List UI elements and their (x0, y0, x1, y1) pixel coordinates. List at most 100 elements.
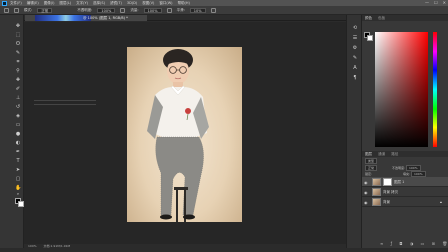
layers-footer: ∞ ƒ ◘ ◑ ▭ ⊞ 🗑︎ (380, 241, 448, 246)
guide-line (34, 100, 96, 101)
adjustment-layer-icon[interactable]: ◑ (410, 241, 417, 246)
portrait-photo (147, 49, 209, 222)
mode-select[interactable]: 正常 (37, 7, 53, 13)
fill-label: 填充: (402, 172, 410, 176)
move-icon[interactable]: ✥ (15, 23, 21, 29)
panel-background-swatch[interactable] (367, 35, 373, 41)
zoom-level[interactable]: 100% (28, 244, 37, 248)
airbrush-icon[interactable] (166, 7, 172, 13)
link-layers-icon[interactable]: ∞ (380, 241, 386, 246)
smoothing-input[interactable]: 10% (189, 7, 206, 13)
close-icon[interactable]: ✕ (443, 0, 446, 5)
dodge-icon[interactable]: ◐ (15, 140, 21, 146)
paragraph-panel-icon[interactable]: ¶ (352, 75, 358, 81)
properties-panel-icon[interactable]: ☰ (352, 35, 358, 41)
add-mask-icon[interactable]: ◘ (399, 241, 405, 246)
document-tab[interactable]: @ 100% (图层 1, RGB/8) * (25, 15, 147, 21)
flow-input[interactable]: 100% (143, 7, 162, 13)
brush-preset-icon[interactable] (4, 7, 9, 13)
layers-panel-header: 图层 通道 路径 (362, 151, 448, 157)
menu-file[interactable]: 文件(F) (10, 1, 22, 6)
lasso-icon[interactable]: ʘ (15, 41, 21, 47)
right-panels: 颜色 色板 图层 通道 路径 类型 正常 不透明度: 100% 锁定: 填充: … (362, 15, 448, 248)
menu-filter[interactable]: 滤镜(T) (110, 1, 122, 6)
color-panel-header: 颜色 色板 (362, 15, 448, 21)
text-icon[interactable]: T (15, 158, 21, 164)
lock-icon: 🔒︎ (440, 200, 442, 204)
document-canvas[interactable] (127, 47, 242, 222)
history-panel-icon[interactable]: ⟲ (352, 25, 358, 31)
panel-dock-strip: ⟲ ☰ ⚙ ✎ A ¶ (346, 15, 362, 248)
healing-icon[interactable]: ✚ (15, 77, 21, 83)
history-brush-icon[interactable]: ↺ (15, 104, 21, 110)
smoothing-settings-icon[interactable] (210, 7, 216, 13)
crop-icon[interactable]: ⌗ (15, 59, 21, 65)
new-layer-icon[interactable]: ⊞ (432, 241, 438, 246)
brush-panel-icon[interactable]: ✎ (352, 55, 358, 61)
layer-row[interactable]: ◉ 背景 🔒︎ (362, 197, 448, 207)
layer-opacity-label: 不透明度: (391, 166, 405, 170)
menu-help[interactable]: 帮助(H) (178, 1, 190, 6)
eyedropper-icon[interactable]: ⚲ (15, 68, 21, 74)
tools-panel: ✥ ⬚ ʘ ✎ ⌗ ⚲ ✚ ✐ ⊥ ↺ ◈ ▭ ● ◐ ✒ T ➤ ▢ ✋ ⌕ (0, 15, 24, 248)
tab-swatches[interactable]: 色板 (378, 16, 385, 20)
quick-select-icon[interactable]: ✎ (15, 50, 21, 56)
layer-style-icon[interactable]: ƒ (391, 241, 395, 246)
layer-name: 背景 拷贝 (383, 190, 399, 194)
minimize-icon[interactable]: — (425, 0, 429, 5)
layer-row[interactable]: ◉ 背景 拷贝 (362, 187, 448, 197)
layer-row[interactable]: ◉ 图层 1 (362, 177, 448, 187)
layer-thumbnail (372, 178, 381, 186)
menu-3d[interactable]: 3D(D) (127, 1, 137, 5)
brush-icon[interactable]: ✐ (15, 86, 21, 92)
document-tab-bar: @ 100% (图层 1, RGB/8) * (24, 15, 346, 21)
layer-name: 背景 (383, 200, 390, 204)
character-panel-icon[interactable]: A (352, 65, 358, 71)
menu-image[interactable]: 图像(I) (44, 1, 55, 6)
lock-label: 锁定: (365, 172, 373, 176)
document-tab-title: @ 100% (图层 1, RGB/8) * (83, 16, 128, 20)
adjustments-panel-icon[interactable]: ⚙ (352, 45, 358, 51)
maximize-icon[interactable]: ☐ (434, 0, 438, 5)
blur-icon[interactable]: ● (15, 131, 21, 137)
layer-name: 图层 1 (394, 180, 405, 184)
menu-edit[interactable]: 编辑(E) (27, 1, 39, 6)
photoshop-logo-icon (2, 0, 7, 6)
marquee-icon[interactable]: ⬚ (15, 32, 21, 38)
guide-line (34, 104, 96, 105)
visibility-eye-icon[interactable]: ◉ (364, 200, 368, 205)
menu-layer[interactable]: 图层(L) (59, 1, 71, 6)
brush-settings-icon[interactable] (14, 7, 19, 13)
path-select-icon[interactable]: ➤ (15, 167, 21, 173)
menu-window[interactable]: 窗口(W) (159, 1, 172, 6)
stamp-icon[interactable]: ⊥ (15, 95, 21, 101)
menu-view[interactable]: 视图(V) (142, 1, 154, 6)
pressure-opacity-icon[interactable] (120, 7, 126, 13)
menu-select[interactable]: 选择(S) (93, 1, 105, 6)
tab-channels[interactable]: 通道 (378, 152, 385, 156)
zoom-icon[interactable]: ⌕ (15, 191, 21, 197)
tab-layers[interactable]: 图层 (365, 152, 372, 156)
tab-paths[interactable]: 路径 (391, 152, 398, 156)
group-icon[interactable]: ▭ (421, 241, 428, 246)
shape-icon[interactable]: ▢ (15, 176, 21, 182)
opacity-input[interactable]: 100% (97, 7, 116, 13)
tab-color[interactable]: 颜色 (365, 16, 372, 20)
visibility-eye-icon[interactable]: ◉ (364, 180, 368, 185)
gradient-icon[interactable]: ▭ (15, 122, 21, 128)
status-bar: 100% 文档:1.91M/1.91M (24, 244, 346, 248)
layer-mask-thumbnail[interactable] (383, 178, 392, 186)
eraser-icon[interactable]: ◈ (15, 113, 21, 119)
menu-type[interactable]: 文字(Y) (76, 1, 88, 6)
visibility-eye-icon[interactable]: ◉ (364, 190, 368, 195)
canvas-workspace[interactable] (24, 22, 346, 244)
color-picker-field[interactable] (375, 32, 428, 147)
pen-icon[interactable]: ✒ (15, 149, 21, 155)
flow-label: 流量: (130, 7, 139, 12)
delete-layer-icon[interactable]: 🗑︎ (442, 241, 448, 246)
layer-kind-select[interactable]: 类型 (365, 158, 378, 164)
document-info: 文档:1.91M/1.91M (43, 244, 71, 248)
layer-thumbnail (372, 198, 381, 206)
hue-slider[interactable] (433, 32, 437, 147)
layer-filter-row: 类型 (365, 158, 378, 164)
